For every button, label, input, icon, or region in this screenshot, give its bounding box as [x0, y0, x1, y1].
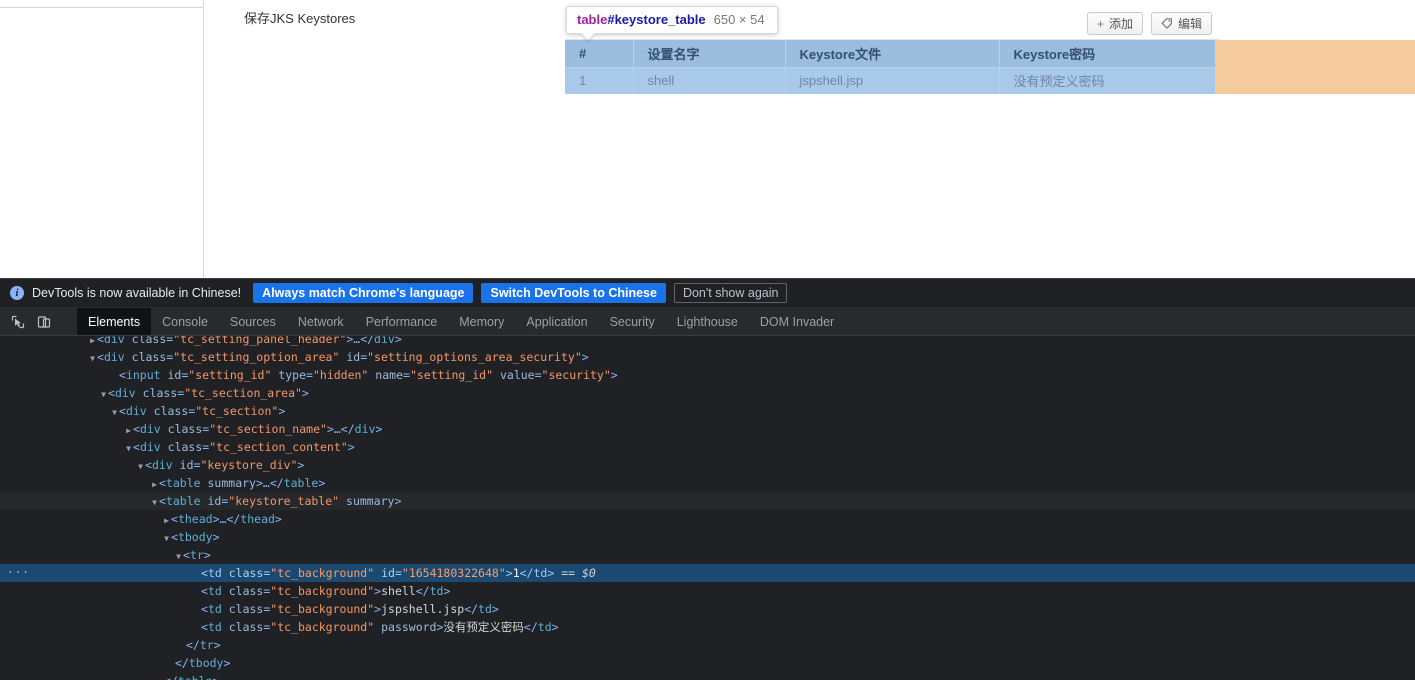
add-button[interactable]: + 添加	[1086, 12, 1143, 35]
edit-button-label: 编辑	[1177, 17, 1202, 31]
element-inspector-tooltip: table#keystore_table 650 × 54	[566, 6, 778, 40]
dom-node[interactable]: <td class="tc_background" password>没有预定义…	[0, 618, 1415, 636]
dom-node-markup: <div class="tc_section">	[119, 404, 286, 418]
dom-node[interactable]: <div class="tc_setting_option_area" id="…	[0, 348, 1415, 366]
dom-node[interactable]: <thead>…</thead>	[0, 510, 1415, 528]
dom-node[interactable]: <table id="keystore_table" summary>	[0, 492, 1415, 510]
tooltip-arrow-icon	[581, 33, 595, 40]
panel-button-row: + 添加 编辑	[1086, 12, 1212, 35]
dom-node-markup: </tr>	[186, 638, 221, 652]
cell-file: jspshell.jsp	[785, 66, 1000, 94]
plus-icon: +	[1096, 16, 1104, 31]
dom-node-markup: <table summary>…</table>	[159, 476, 326, 490]
column-header-file: Keystore文件	[785, 40, 1000, 67]
tab-dom-invader[interactable]: DOM Invader	[749, 308, 845, 335]
edit-button[interactable]: 编辑	[1150, 12, 1212, 35]
tab-application[interactable]: Application	[515, 308, 598, 335]
dom-node-markup: <table id="keystore_table" summary>	[159, 494, 402, 508]
column-header-index: #	[565, 40, 634, 67]
dom-node-selected[interactable]: ··· <td class="tc_background" id="1654180…	[0, 564, 1415, 582]
dont-show-again-button[interactable]: Don't show again	[673, 283, 788, 303]
tab-network[interactable]: Network	[287, 308, 355, 335]
console-reference-label: == $0	[554, 566, 596, 580]
dom-node[interactable]: <div class="tc_section_name">…</div>	[0, 420, 1415, 438]
dom-node[interactable]: <td class="tc_background">jspshell.jsp</…	[0, 600, 1415, 618]
tab-elements[interactable]: Elements	[77, 308, 152, 335]
dom-node[interactable]: </table>	[0, 672, 1415, 680]
dom-node[interactable]: <tbody>	[0, 528, 1415, 546]
devtools-tab-bar: Elements Console Sources Network Perform…	[0, 308, 1415, 336]
tooltip-tag-name: table	[577, 12, 608, 27]
tab-performance[interactable]: Performance	[355, 308, 449, 335]
dom-node-markup: <td class="tc_background">jspshell.jsp</…	[201, 602, 499, 616]
dom-node-markup: <tbody>	[171, 530, 220, 544]
dom-node-markup: <tr>	[183, 548, 211, 562]
dom-node[interactable]: </tbody>	[0, 654, 1415, 672]
cell-name: shell	[633, 66, 786, 94]
devtools-tool-icons	[0, 308, 77, 335]
dom-node[interactable]: <div class="tc_setting_panel_header">…</…	[0, 336, 1415, 348]
tooltip-element-id: #keystore_table	[607, 12, 706, 27]
element-highlight-content: # 设置名字 Keystore文件 Keystore密码 1 shell jsp…	[565, 40, 1215, 94]
dom-node[interactable]: <td class="tc_background">shell</td>	[0, 582, 1415, 600]
dom-node[interactable]: <div class="tc_section">	[0, 402, 1415, 420]
dom-node[interactable]: <div class="tc_section_content">	[0, 438, 1415, 456]
dom-node[interactable]: <table summary>…</table>	[0, 474, 1415, 492]
dom-node-markup: <div class="tc_setting_panel_header">…</…	[97, 336, 402, 346]
info-icon: i	[10, 286, 24, 300]
tag-icon	[1161, 17, 1173, 31]
dom-node-markup: <thead>…</thead>	[171, 512, 282, 526]
dom-node[interactable]: <div class="tc_section_area">	[0, 384, 1415, 402]
dom-tree-view[interactable]: <div class="tc_setting_panel_body" id="t…	[0, 336, 1415, 680]
element-highlight-margin	[1215, 40, 1415, 94]
always-match-language-button[interactable]: Always match Chrome's language	[253, 283, 474, 303]
add-button-label: 添加	[1108, 17, 1133, 31]
section-title: 保存JKS Keystores	[244, 11, 356, 26]
dom-node-markup: </table>	[164, 674, 219, 680]
page-divider-vertical	[203, 0, 204, 278]
dom-node-more-icon[interactable]: ···	[7, 564, 30, 582]
table-header-row: # 设置名字 Keystore文件 Keystore密码	[565, 40, 1215, 67]
keystore-table: # 设置名字 Keystore文件 Keystore密码 1 shell jsp…	[565, 40, 1215, 94]
dom-node-markup: <td class="tc_background" password>没有预定义…	[201, 620, 559, 634]
tab-lighthouse[interactable]: Lighthouse	[666, 308, 749, 335]
dom-node-markup: <input id="setting_id" type="hidden" nam…	[119, 368, 618, 382]
dom-node[interactable]: <div id="keystore_div">	[0, 456, 1415, 474]
tab-console[interactable]: Console	[151, 308, 219, 335]
column-header-name: 设置名字	[633, 40, 786, 67]
dom-node[interactable]: <tr>	[0, 546, 1415, 564]
dom-node-markup: <td class="tc_background" id="1654180322…	[201, 566, 555, 580]
web-page-area: 保存JKS Keystores + 添加 编辑 # 设置名字 Keystore文…	[0, 0, 1415, 278]
devtools-panel: i DevTools is now available in Chinese! …	[0, 278, 1415, 680]
dom-node[interactable]: </tr>	[0, 636, 1415, 654]
tab-memory[interactable]: Memory	[448, 308, 515, 335]
dom-node-markup: <div class="tc_section_name">…</div>	[133, 422, 383, 436]
dom-node-markup: <div class="tc_section_area">	[108, 386, 309, 400]
cell-password: 没有预定义密码	[999, 66, 1215, 94]
dom-node[interactable]: <input id="setting_id" type="hidden" nam…	[0, 366, 1415, 384]
devtools-language-banner: i DevTools is now available in Chinese! …	[0, 279, 1415, 308]
dom-node-markup: <div class="tc_section_content">	[133, 440, 355, 454]
device-toolbar-icon[interactable]	[34, 312, 54, 332]
cell-index: 1	[565, 66, 634, 94]
tab-sources[interactable]: Sources	[219, 308, 287, 335]
dom-node-markup: <td class="tc_background">shell</td>	[201, 584, 451, 598]
inspect-element-icon[interactable]	[8, 312, 28, 332]
tab-security[interactable]: Security	[599, 308, 666, 335]
dom-node-markup: <div class="tc_setting_option_area" id="…	[97, 350, 589, 364]
dom-node-markup: </tbody>	[175, 656, 231, 670]
tooltip-dimensions: 650 × 54	[713, 12, 765, 27]
table-row[interactable]: 1 shell jspshell.jsp 没有预定义密码	[565, 66, 1215, 94]
dom-node-markup: <div id="keystore_div">	[145, 458, 305, 472]
switch-to-chinese-button[interactable]: Switch DevTools to Chinese	[481, 283, 666, 303]
banner-message: DevTools is now available in Chinese!	[32, 286, 242, 300]
column-header-password: Keystore密码	[999, 40, 1215, 67]
page-divider-horizontal	[0, 7, 203, 8]
